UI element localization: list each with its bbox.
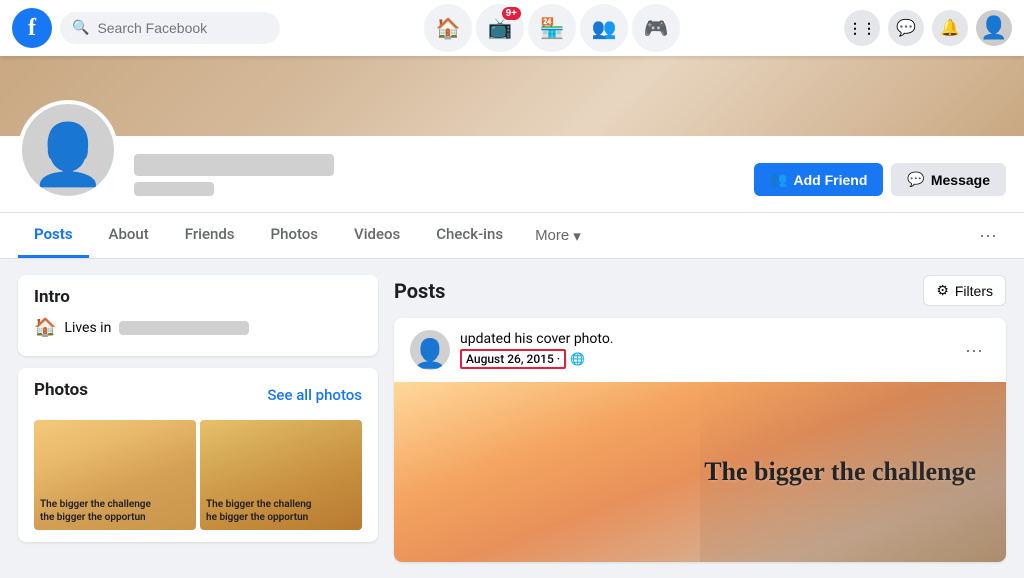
post-user-avatar: 👤 xyxy=(410,330,450,370)
message-button[interactable]: 💬 Message xyxy=(891,163,1006,196)
profile-name-area xyxy=(134,154,738,200)
topnav-right: ⋮⋮ 💬 🔔 👤 xyxy=(812,10,1012,46)
photo-item-1[interactable]: The bigger the challengethe bigger the o… xyxy=(34,420,196,530)
posts-header: Posts ⚙ Filters xyxy=(394,275,1006,306)
tab-photos[interactable]: Photos xyxy=(255,213,334,258)
add-friend-label: Add Friend xyxy=(794,172,868,188)
user-avatar[interactable]: 👤 xyxy=(976,10,1012,46)
post-date-area: August 26, 2015 · 🌐 xyxy=(460,349,614,369)
profile-sub-blurred xyxy=(134,182,214,196)
message-icon: 💬 xyxy=(907,171,924,188)
tab-posts[interactable]: Posts xyxy=(18,213,89,258)
home-intro-icon: 🏠 xyxy=(34,317,56,338)
post-date-box[interactable]: August 26, 2015 · xyxy=(460,349,566,369)
globe-icon: 🌐 xyxy=(570,352,585,366)
right-column: Posts ⚙ Filters 👤 updated his cover phot… xyxy=(394,275,1006,562)
more-label: More xyxy=(535,227,569,244)
profile-tabs-inner: Posts About Friends Photos Videos Check-… xyxy=(2,213,1022,258)
photo-text-1: The bigger the challengethe bigger the o… xyxy=(34,492,196,530)
ellipsis-icon: ··· xyxy=(979,225,997,246)
gaming-icon: 🎮 xyxy=(644,16,669,41)
add-friend-button[interactable]: 👥 Add Friend xyxy=(754,163,883,196)
intro-card: Intro 🏠 Lives in xyxy=(18,275,378,356)
marketplace-nav-button[interactable]: 🏪 xyxy=(528,4,576,52)
post-options-button[interactable]: ··· xyxy=(958,334,990,366)
grid-icon: ⋮⋮ xyxy=(848,20,876,37)
home-nav-button[interactable]: 🏠 xyxy=(424,4,472,52)
profile-info-area: 👤 👥 Add Friend 💬 Message xyxy=(2,136,1022,212)
main-content: 👤 👥 Add Friend 💬 Message Posts About xyxy=(0,56,1024,562)
tab-about[interactable]: About xyxy=(93,213,165,258)
messenger-button[interactable]: 💬 xyxy=(888,10,924,46)
post-user: 👤 updated his cover photo. August 26, 20… xyxy=(410,330,614,370)
topnav: f 🔍 🏠 📺 9+ 🏪 👥 🎮 ⋮⋮ 💬 xyxy=(0,0,1024,56)
profile-actions: 👥 Add Friend 💬 Message xyxy=(754,163,1006,200)
intro-title: Intro xyxy=(34,287,362,307)
topnav-left: f 🔍 xyxy=(12,8,292,48)
groups-nav-button[interactable]: 👥 xyxy=(580,4,628,52)
profile-name-blurred xyxy=(134,154,334,176)
grid-menu-button[interactable]: ⋮⋮ xyxy=(844,10,880,46)
home-icon: 🏠 xyxy=(436,16,461,41)
content-area: Intro 🏠 Lives in Photos See all photos T… xyxy=(2,275,1022,562)
add-friend-icon: 👥 xyxy=(770,171,787,188)
tab-options-button[interactable]: ··· xyxy=(970,218,1006,254)
marketplace-icon: 🏪 xyxy=(540,16,565,41)
filters-icon: ⚙ xyxy=(936,282,949,299)
photos-header: Photos See all photos xyxy=(34,380,362,410)
post-card: 👤 updated his cover photo. August 26, 20… xyxy=(394,318,1006,562)
photo-item-2[interactable]: The bigger the challenghe bigger the opp… xyxy=(200,420,362,530)
tab-checkins[interactable]: Check-ins xyxy=(420,213,519,258)
person-icon: 👤 xyxy=(31,125,106,185)
post-action-text: updated his cover photo. xyxy=(460,331,614,347)
tab-friends[interactable]: Friends xyxy=(169,213,251,258)
post-ellipsis-icon: ··· xyxy=(965,340,983,361)
post-image-bridge-overlay xyxy=(700,382,1006,562)
photos-card: Photos See all photos The bigger the cha… xyxy=(18,368,378,542)
profile-avatar: 👤 xyxy=(18,100,118,200)
profile-section: 👤 👥 Add Friend 💬 Message xyxy=(0,136,1024,213)
messenger-icon: 💬 xyxy=(896,18,916,38)
topnav-center: 🏠 📺 9+ 🏪 👥 🎮 xyxy=(292,4,812,52)
search-bar[interactable]: 🔍 xyxy=(60,12,280,44)
message-label: Message xyxy=(931,172,990,188)
intro-lives-row: 🏠 Lives in xyxy=(34,317,362,338)
photos-title: Photos xyxy=(34,380,88,400)
photo-text-2: The bigger the challenghe bigger the opp… xyxy=(200,492,362,530)
cover-photo xyxy=(0,56,1024,136)
tab-more-button[interactable]: More ▾ xyxy=(523,219,593,253)
groups-icon: 👥 xyxy=(592,16,617,41)
post-header: 👤 updated his cover photo. August 26, 20… xyxy=(394,318,1006,382)
post-image: The bigger the challenge xyxy=(394,382,1006,562)
tab-videos[interactable]: Videos xyxy=(338,213,416,258)
post-avatar-person-icon: 👤 xyxy=(413,337,448,370)
chevron-down-icon: ▾ xyxy=(573,227,581,245)
bell-icon: 🔔 xyxy=(940,18,960,38)
user-avatar-image: 👤 xyxy=(980,16,1007,41)
facebook-logo-f: f xyxy=(28,15,36,42)
search-icon: 🔍 xyxy=(72,20,89,36)
lives-in-label: Lives in xyxy=(64,320,111,336)
see-all-photos-link[interactable]: See all photos xyxy=(267,386,362,404)
filters-label: Filters xyxy=(955,283,993,299)
watch-badge: 9+ xyxy=(501,6,522,21)
left-column: Intro 🏠 Lives in Photos See all photos T… xyxy=(18,275,378,562)
search-input[interactable] xyxy=(97,20,247,36)
profile-tabs: Posts About Friends Photos Videos Check-… xyxy=(0,213,1024,259)
filters-button[interactable]: ⚙ Filters xyxy=(923,275,1006,306)
posts-section-title: Posts xyxy=(394,279,445,303)
photos-grid: The bigger the challengethe bigger the o… xyxy=(34,420,362,530)
lives-in-value-blurred xyxy=(119,321,249,335)
watch-nav-button[interactable]: 📺 9+ xyxy=(476,4,524,52)
facebook-logo[interactable]: f xyxy=(12,8,52,48)
post-meta: updated his cover photo. August 26, 2015… xyxy=(460,331,614,369)
gaming-nav-button[interactable]: 🎮 xyxy=(632,4,680,52)
notifications-button[interactable]: 🔔 xyxy=(932,10,968,46)
